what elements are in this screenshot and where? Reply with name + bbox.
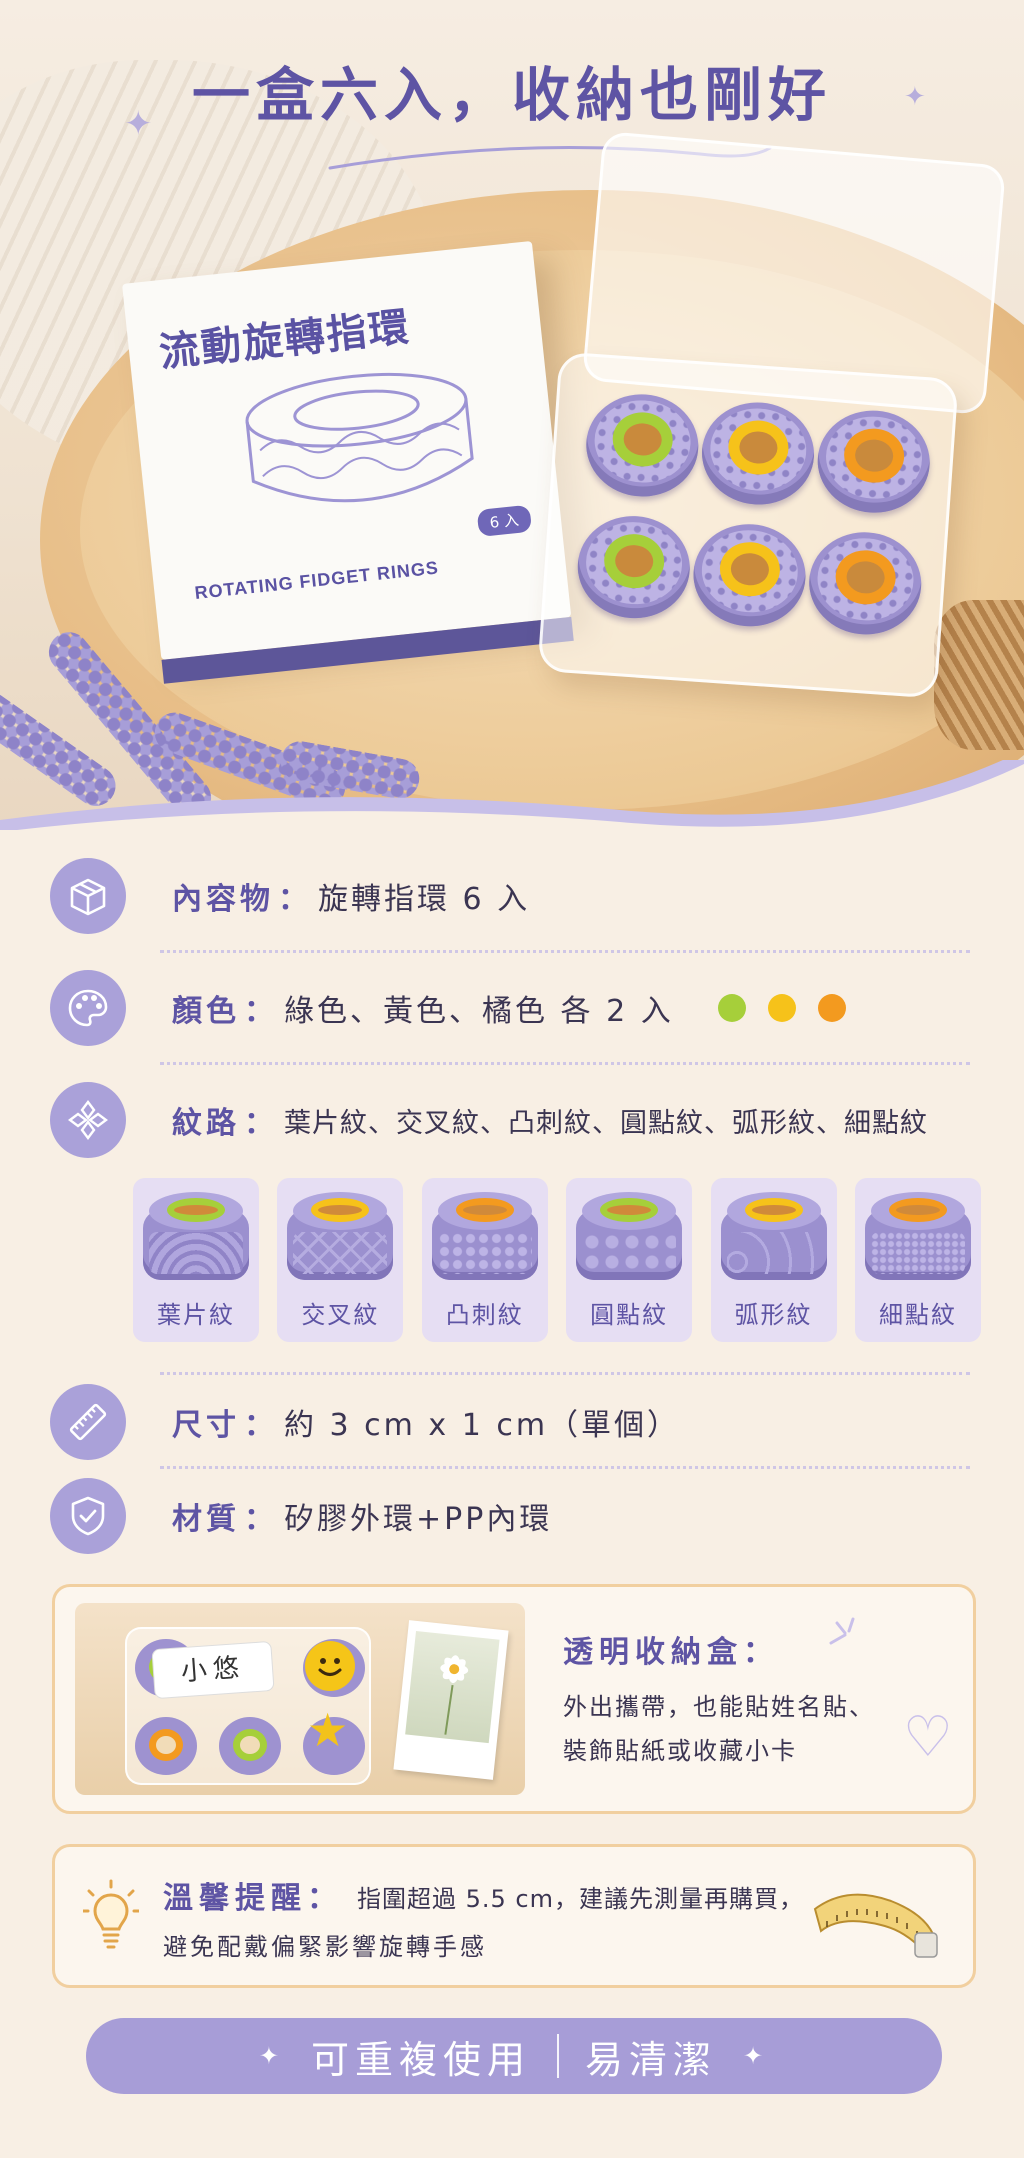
spec-colon: ：	[244, 994, 274, 1029]
sparkle-icon: ✦	[124, 104, 153, 144]
pattern-card: 弧形紋	[710, 1178, 837, 1342]
color-swatch-yellow	[767, 994, 796, 1022]
banner-separator	[557, 2034, 559, 2078]
spec-colon: ：	[244, 1408, 274, 1443]
storage-desc-line: 外出攜帶，也能貼姓名貼、	[563, 1693, 875, 1721]
hero-wave-divider	[0, 760, 1024, 830]
package-subtitle: ROTATING FIDGET RINGS	[193, 557, 440, 604]
hero-section: 一盒六入，收納也剛好 ✦ ✦ 流動旋轉指環 6 入 ROTATING FIDGE…	[0, 0, 1024, 830]
shield-check-icon	[50, 1478, 126, 1554]
sparkle-icon: ✦	[743, 2042, 770, 2070]
fidget-ring	[814, 406, 934, 517]
fidget-ring	[582, 390, 702, 501]
package-count-badge: 6 入	[476, 504, 533, 538]
reminder-title: 溫馨提醒：	[163, 1881, 343, 1916]
pattern-icon	[50, 1082, 126, 1158]
pattern-gallery: 葉片紋 交叉紋 凸刺紋 圓點紋 弧形紋 細點紋	[133, 1178, 981, 1344]
product-package: 流動旋轉指環 6 入 ROTATING FIDGET RINGS	[122, 240, 574, 684]
banner-feature-easy-clean: 易清潔	[585, 2037, 718, 2082]
pattern-card: 凸刺紋	[421, 1178, 548, 1342]
star-sticker-icon: ★	[307, 1703, 349, 1757]
spec-label: 內容物	[172, 882, 274, 917]
feature-banner: ✦ 可重複使用 易清潔 ✦	[86, 2018, 942, 2094]
pattern-label: 細點紋	[878, 1301, 957, 1329]
spec-material: 材質 ： 矽膠外環+PP內環	[50, 1478, 970, 1554]
measuring-tape-icon	[813, 1893, 938, 1958]
spec-colon: ：	[244, 1106, 274, 1141]
divider	[160, 1372, 970, 1375]
pattern-card: 圓點紋	[566, 1178, 693, 1342]
reminder-text: 避免配戴偏緊影響旋轉手感	[163, 1933, 487, 1961]
lightbulb-icon	[83, 1879, 139, 1949]
pattern-label: 圓點紋	[590, 1301, 669, 1329]
pattern-label: 交叉紋	[301, 1301, 380, 1329]
color-swatch-orange	[817, 994, 846, 1022]
storage-desc-line: 裝飾貼紙或收藏小卡	[563, 1737, 797, 1765]
divider	[160, 1062, 970, 1065]
spec-label: 尺寸	[172, 1408, 240, 1443]
color-swatch-green	[717, 994, 746, 1022]
photo-card	[393, 1620, 509, 1780]
spec-contents: 內容物 ： 旋轉指環 6 入	[50, 858, 970, 934]
reminder-text: 指圍超過 5.5 cm，建議先測量再購買，	[357, 1885, 804, 1913]
color-swatches	[717, 994, 846, 1022]
spec-color: 顏色 ： 綠色、黃色、橘色 各 2 入	[50, 970, 970, 1046]
spec-colon: ：	[244, 1502, 274, 1537]
spec-size: 尺寸 ： 約 3 cm x 1 cm（單個）	[50, 1384, 970, 1460]
spec-label: 紋路	[172, 1106, 240, 1141]
reminder-card: 溫馨提醒： 指圍超過 5.5 cm，建議先測量再購買， 避免配戴偏緊影響旋轉手感	[52, 1844, 976, 1988]
storage-photo: 小悠 ★	[75, 1603, 525, 1795]
package-title: 流動旋轉指環	[156, 303, 413, 377]
pattern-card: 交叉紋	[277, 1178, 404, 1342]
pattern-label: 凸刺紋	[445, 1301, 524, 1329]
name-sticker: 小悠	[151, 1640, 275, 1700]
storage-description: 外出攜帶，也能貼姓名貼、 裝飾貼紙或收藏小卡	[563, 1685, 923, 1773]
smiley-sticker-icon	[305, 1641, 355, 1691]
pattern-card: 葉片紋	[133, 1178, 259, 1342]
page-title: 一盒六入，收納也剛好	[191, 61, 832, 129]
spec-value: 葉片紋、交叉紋、凸刺紋、圓點紋、弧形紋、細點紋	[284, 1107, 928, 1139]
banner-feature-reusable: 可重複使用	[310, 2037, 531, 2082]
pattern-label: 弧形紋	[734, 1301, 813, 1329]
pattern-label: 葉片紋	[157, 1301, 235, 1329]
fidget-ring	[698, 398, 818, 509]
sparkle-icon: ✦	[904, 82, 926, 112]
basket-decoration	[934, 600, 1024, 750]
ruler-icon	[50, 1384, 126, 1460]
box-icon	[50, 858, 126, 934]
heart-icon: ♡	[902, 1705, 953, 1770]
ring-outline-illustration	[245, 372, 474, 503]
pattern-card: 細點紋	[854, 1178, 981, 1342]
spec-colon: ：	[278, 882, 308, 917]
spec-value: 旋轉指環 6 入	[318, 882, 531, 917]
accent-lines-icon	[829, 1617, 855, 1645]
spec-value: 綠色、黃色、橘色 各 2 入	[284, 994, 674, 1029]
storage-card: 小悠 ★ 透明收納盒： 外出攜帶，也能貼姓名貼、 裝飾貼紙或收藏小卡 ♡	[52, 1584, 976, 1814]
fidget-ring	[574, 512, 694, 622]
divider	[160, 1466, 970, 1469]
spec-value: 約 3 cm x 1 cm（單個）	[284, 1408, 681, 1443]
daisy-icon	[440, 1655, 469, 1735]
fidget-ring	[690, 520, 809, 631]
spec-pattern: 紋路 ： 葉片紋、交叉紋、凸刺紋、圓點紋、弧形紋、細點紋	[50, 1082, 970, 1158]
palette-icon	[50, 970, 126, 1046]
spec-label: 顏色	[172, 994, 240, 1029]
divider	[160, 950, 970, 953]
storage-title: 透明收納盒：	[563, 1635, 779, 1670]
spec-label: 材質	[172, 1502, 240, 1537]
fidget-ring	[805, 528, 925, 639]
sparkle-icon: ✦	[258, 2042, 285, 2070]
clear-storage-box	[537, 351, 959, 699]
spec-value: 矽膠外環+PP內環	[284, 1502, 553, 1537]
